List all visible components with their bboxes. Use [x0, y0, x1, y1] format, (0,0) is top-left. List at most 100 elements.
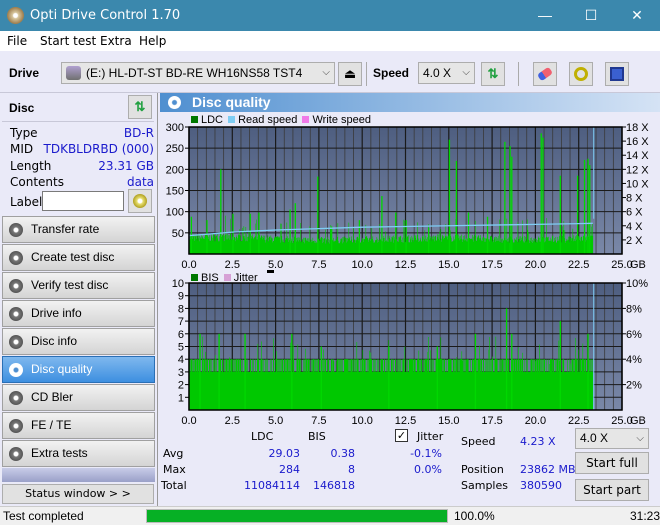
x-axis-unit: GB — [630, 259, 646, 271]
y-tick-right-label: 6 X — [626, 207, 643, 219]
jitter-checkbox[interactable]: ✓ — [395, 429, 408, 442]
drive-select[interactable]: (E:) HL-DT-ST BD-RE WH16NS58 TST4 ⌵ — [61, 62, 335, 84]
disc-label-input[interactable] — [42, 191, 124, 211]
nav-cd-bler[interactable]: CD Bler — [2, 384, 155, 411]
x-tick-label: 17.5 — [481, 415, 502, 427]
minimize-button[interactable]: — — [522, 0, 568, 31]
divider — [2, 121, 154, 122]
y-tick-right-label: 8% — [626, 303, 642, 315]
samples-value: 380590 — [520, 479, 562, 492]
data-bar — [592, 371, 594, 410]
stats-total-ldc: 11084114 — [244, 479, 300, 492]
disc-length-label: Length — [10, 159, 52, 173]
nav-label: Create test disc — [31, 250, 115, 264]
data-spike — [505, 308, 508, 410]
data-spike — [583, 160, 586, 254]
data-spike — [559, 175, 561, 254]
data-spike — [320, 346, 322, 410]
menu-file[interactable]: File — [7, 34, 27, 48]
data-spike — [587, 158, 589, 254]
data-spike — [220, 169, 222, 254]
chevron-down-icon: ⌵ — [636, 433, 644, 444]
drive-info-icon — [9, 307, 23, 321]
nav-fe-te[interactable]: FE / TE — [2, 412, 155, 439]
x-tick-label: 22.5 — [568, 259, 589, 271]
y-tick-right-label: 4 X — [626, 221, 643, 233]
menu-extra[interactable]: Extra — [100, 34, 132, 48]
settings-button[interactable] — [569, 62, 593, 86]
drive-icon — [66, 66, 81, 80]
start-full-button[interactable]: Start full — [575, 452, 649, 474]
position-label: Position — [461, 463, 504, 476]
nav-transfer-rate[interactable]: Transfer rate — [2, 216, 155, 243]
y-tick-label: 2 — [178, 380, 184, 392]
x-tick-label: 12.5 — [395, 415, 416, 427]
data-spike — [448, 139, 451, 254]
data-spike — [232, 213, 234, 254]
disc-type-label: Type — [10, 126, 38, 140]
nav-disc-quality[interactable]: Disc quality — [2, 356, 155, 383]
menu-help[interactable]: Help — [139, 34, 166, 48]
eject-button[interactable]: ⏏ — [338, 62, 362, 86]
save-button[interactable] — [605, 62, 629, 86]
disc-info-box: Disc ⇅ Type BD-R MID TDKBLDRBD (000) Lengt… — [2, 95, 154, 213]
y-tick-label: 250 — [166, 143, 184, 155]
y-tick-label: 300 — [166, 122, 184, 134]
status-window-button[interactable]: Status window > > — [2, 484, 154, 504]
status-text: Test completed — [3, 509, 84, 523]
data-spike — [428, 227, 430, 254]
y-tick-label: 5 — [178, 342, 184, 354]
stats-max-label: Max — [163, 463, 186, 476]
data-spike — [395, 212, 397, 254]
nav-verify-test-disc[interactable]: Verify test disc — [2, 272, 155, 299]
nav-disc-info[interactable]: Disc info — [2, 328, 155, 355]
speed-select[interactable]: 4.0 X ⌵ — [418, 62, 475, 84]
create-disc-icon — [9, 251, 23, 265]
test-speed-select[interactable]: 4.0 X ⌵ — [575, 428, 649, 449]
data-spike — [405, 220, 407, 254]
y-tick-right-label: 2% — [626, 380, 642, 392]
disc-label-button[interactable] — [128, 189, 152, 213]
stats-max-jitter: 0.0% — [414, 463, 442, 476]
data-spike — [388, 346, 390, 410]
start-part-button[interactable]: Start part — [575, 479, 649, 501]
y-tick-label: 150 — [166, 186, 184, 198]
eject-icon: ⏏ — [343, 66, 357, 81]
nav-label: CD Bler — [31, 390, 74, 404]
maximize-button[interactable]: ☐ — [568, 0, 614, 31]
x-tick-label: 15.0 — [438, 415, 459, 427]
stats-avg-label: Avg — [163, 447, 184, 460]
x-tick-label: 2.5 — [225, 415, 240, 427]
nav-extra-tests[interactable]: Extra tests — [2, 440, 155, 467]
stats-avg-bis: 0.38 — [330, 447, 356, 460]
x-tick-label: 0.0 — [181, 415, 196, 427]
disc-refresh-button[interactable]: ⇅ — [128, 95, 152, 119]
disc-mid-label: MID — [10, 142, 34, 156]
speed-select-value: 4.0 X — [423, 66, 452, 80]
menu-start-test[interactable]: Start test — [40, 34, 96, 48]
y-tick-label: 3 — [178, 367, 184, 379]
data-spike — [436, 346, 438, 410]
refresh-button[interactable]: ⇅ — [481, 62, 505, 86]
x-tick-label: 17.5 — [481, 259, 502, 271]
left-panel: Disc ⇅ Type BD-R MID TDKBLDRBD (000) Lengt… — [0, 93, 158, 506]
progress-bar — [146, 509, 448, 523]
disc-contents-label: Contents — [10, 175, 64, 189]
menu-bar: File Start test Extra Help — [0, 31, 660, 51]
stats-avg-jitter: -0.1% — [410, 447, 442, 460]
nav-create-test-disc[interactable]: Create test disc — [2, 244, 155, 271]
data-spike — [587, 333, 589, 410]
nav-drive-info[interactable]: Drive info — [2, 300, 155, 327]
data-spike — [206, 220, 208, 254]
nav-label: Verify test disc — [31, 278, 109, 292]
data-spike — [509, 146, 511, 254]
x-tick-label: 5.0 — [268, 415, 283, 427]
progress-label: 100.0% — [454, 509, 495, 523]
title-bar: Opti Drive Control 1.70 — ☐ ✕ — [0, 0, 660, 31]
close-button[interactable]: ✕ — [614, 0, 660, 31]
speed-stat-label: Speed — [461, 435, 496, 448]
toolbar-separator — [366, 62, 367, 86]
x-tick-label: 20.0 — [525, 415, 546, 427]
stats-avg-ldc: 29.03 — [268, 447, 301, 460]
erase-button[interactable] — [533, 62, 557, 86]
